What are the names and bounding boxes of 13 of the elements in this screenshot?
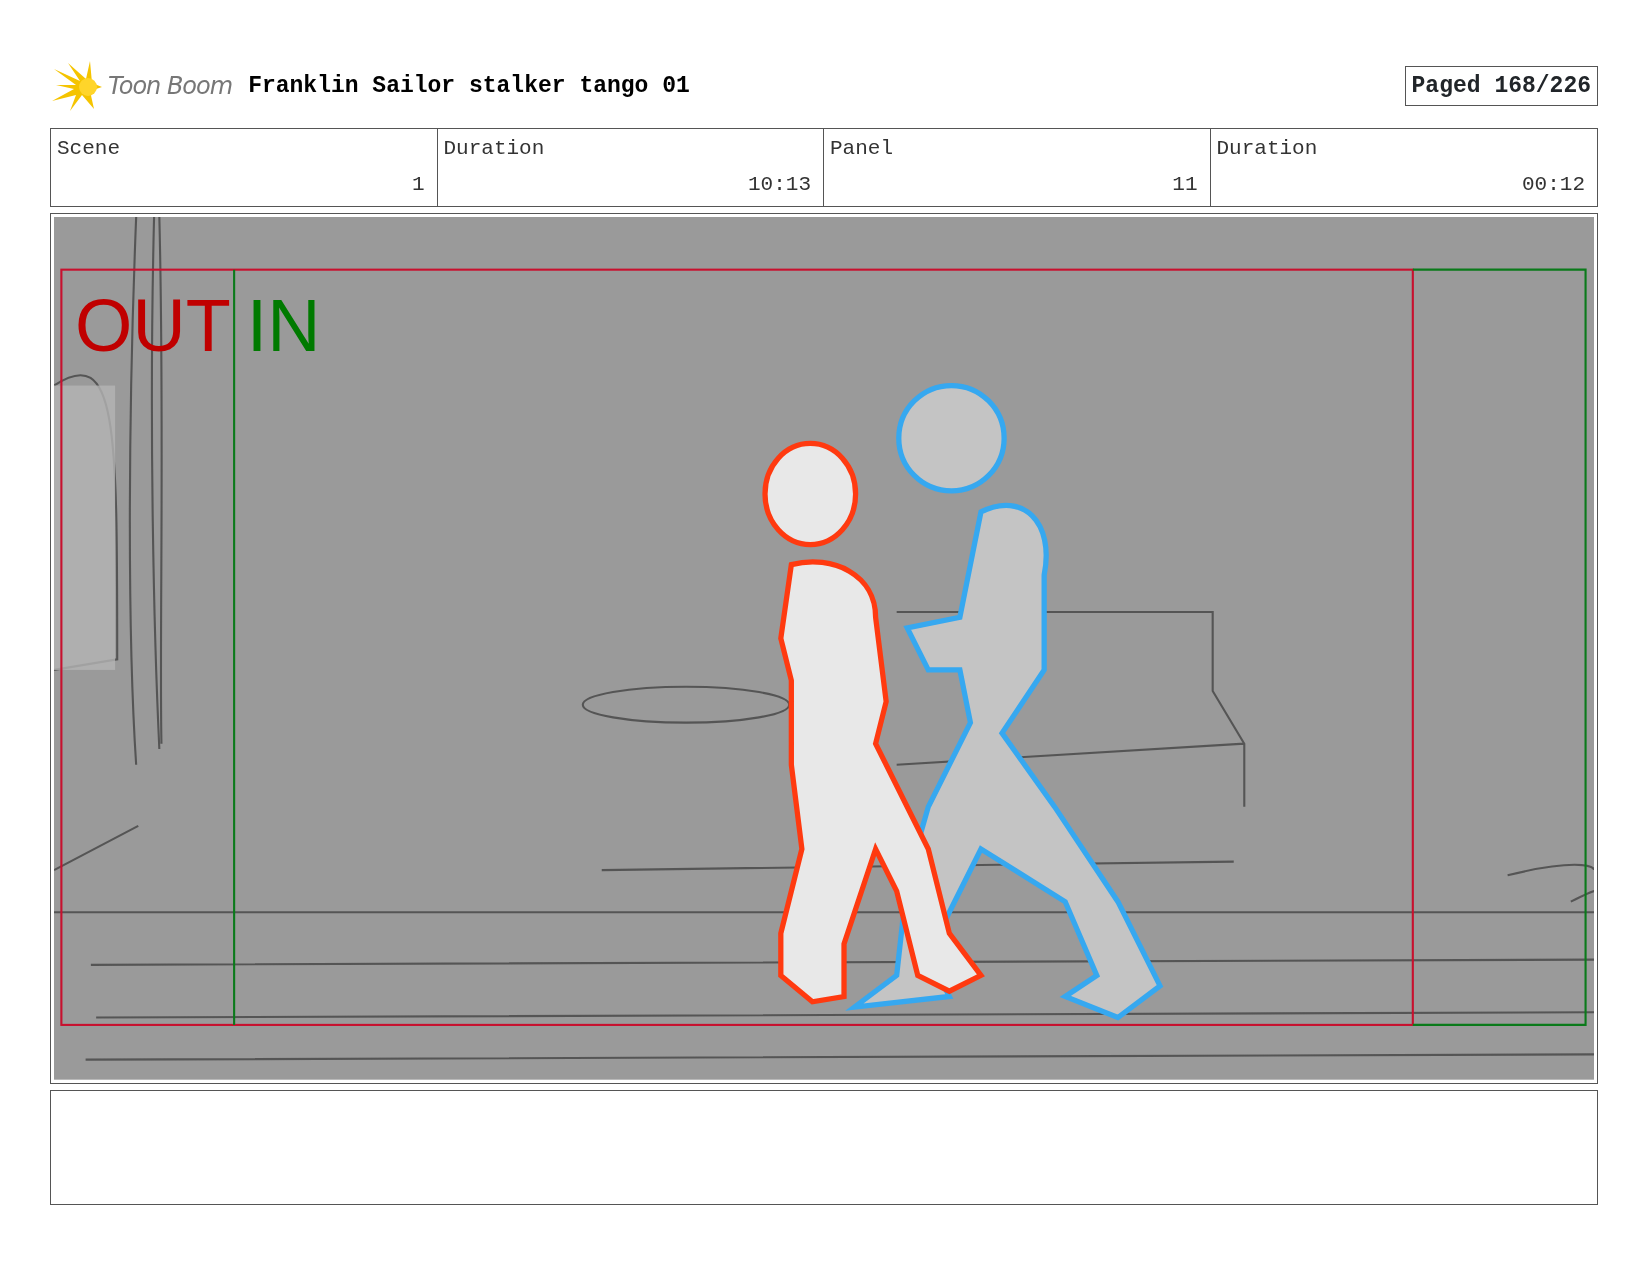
in-label: IN — [246, 283, 321, 367]
field-label: Scene — [57, 136, 120, 162]
field-value: 10:13 — [748, 171, 811, 198]
storyboard-title: Franklin Sailor stalker tango 01 — [248, 71, 690, 101]
logo-text: Toon Boom — [108, 71, 233, 102]
page-number: Paged 168/226 — [1404, 65, 1598, 107]
field-label: Duration — [443, 136, 545, 162]
field-label: Duration — [1216, 136, 1318, 162]
field-value: 00:12 — [1522, 171, 1585, 198]
field-value: 1 — [411, 171, 425, 198]
field-label: Panel — [830, 136, 893, 162]
field-value: 11 — [1172, 171, 1198, 198]
out-label: OUT — [75, 283, 231, 367]
